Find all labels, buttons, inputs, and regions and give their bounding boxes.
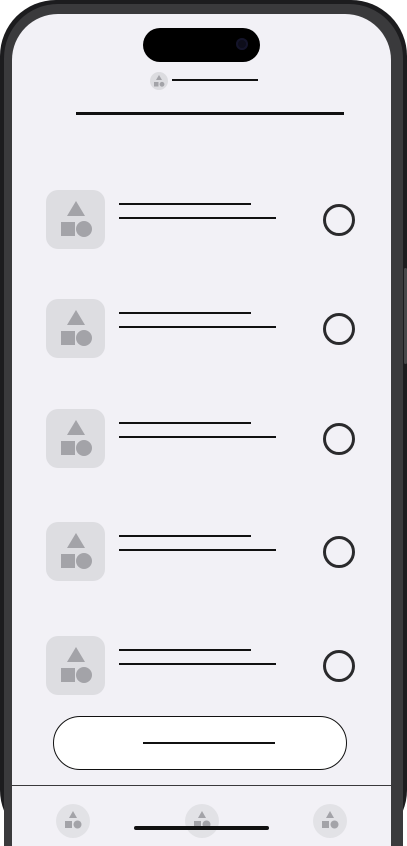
item-title	[119, 422, 251, 424]
item-thumbnail	[46, 409, 105, 468]
shapes-icon	[322, 811, 339, 829]
list-item[interactable]	[12, 522, 391, 584]
list-item[interactable]	[12, 409, 391, 471]
radio-button[interactable]	[323, 313, 355, 345]
tab-item[interactable]	[313, 804, 347, 838]
radio-button[interactable]	[323, 536, 355, 568]
phone-frame	[0, 0, 407, 846]
list-item[interactable]	[12, 299, 391, 361]
item-thumbnail	[46, 299, 105, 358]
header-title	[172, 79, 258, 81]
item-subtitle	[119, 326, 276, 328]
shapes-icon	[61, 420, 92, 456]
screen	[12, 14, 391, 846]
item-title	[119, 312, 251, 314]
shapes-icon	[150, 72, 168, 90]
shapes-icon	[65, 811, 82, 829]
item-subtitle	[119, 436, 276, 438]
list-item[interactable]	[12, 636, 391, 698]
primary-button[interactable]	[53, 716, 347, 770]
list-item[interactable]	[12, 190, 391, 252]
radio-button[interactable]	[323, 650, 355, 682]
shapes-icon	[61, 647, 92, 683]
primary-button-label	[143, 742, 275, 744]
item-subtitle	[119, 217, 276, 219]
dynamic-island	[143, 28, 260, 62]
radio-button[interactable]	[323, 204, 355, 236]
radio-button[interactable]	[323, 423, 355, 455]
tab-item[interactable]	[185, 804, 219, 838]
header-row	[150, 72, 270, 90]
shapes-icon	[61, 533, 92, 569]
item-thumbnail	[46, 522, 105, 581]
item-title	[119, 649, 251, 651]
item-title	[119, 203, 251, 205]
shapes-icon	[61, 310, 92, 346]
item-title	[119, 535, 251, 537]
item-thumbnail	[46, 636, 105, 695]
page-title	[76, 112, 344, 115]
camera-icon	[236, 38, 248, 50]
shapes-icon	[61, 201, 92, 237]
home-indicator[interactable]	[134, 826, 269, 830]
item-subtitle	[119, 549, 276, 551]
item-thumbnail	[46, 190, 105, 249]
item-subtitle	[119, 663, 276, 665]
tab-bar	[12, 785, 391, 846]
tab-item[interactable]	[56, 804, 90, 838]
